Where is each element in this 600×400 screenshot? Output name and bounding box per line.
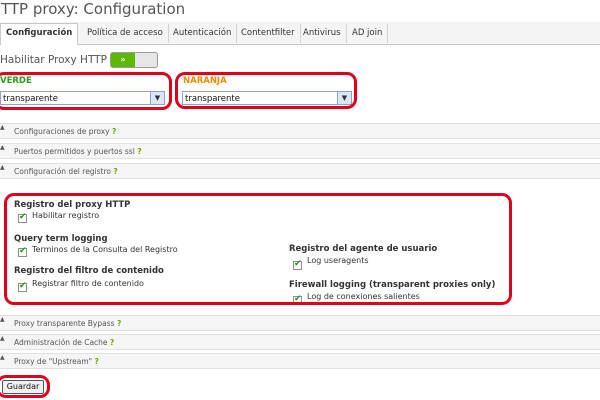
section-configuracion-del-registro[interactable]: ▲ Configuración del registro ? <box>0 163 600 179</box>
enable-proxy-label: Habilitar Proxy HTTP <box>0 54 107 66</box>
tab-bar: Configuración Política de acceso Autenti… <box>0 22 600 45</box>
section-configuraciones-de-proxy[interactable]: ▲ Configuraciones de proxy ? <box>0 123 600 139</box>
section-puertos-permitidos[interactable]: ▲ Puertos permitidos y puertos ssl ? <box>0 143 600 159</box>
orange-zone-highlight <box>175 72 357 109</box>
expand-icon: ▲ <box>0 316 5 323</box>
green-zone-highlight <box>0 72 172 110</box>
section-label: Configuraciones de proxy <box>14 127 110 136</box>
tab-politica-de-acceso[interactable]: Política de acceso <box>82 24 169 43</box>
help-icon[interactable]: ? <box>110 338 114 347</box>
help-icon[interactable]: ? <box>137 147 141 156</box>
section-administracion-de-cache[interactable]: ▲ Administración de Cache ? <box>0 334 600 350</box>
tab-antivirus[interactable]: Antivirus <box>298 24 347 43</box>
tab-autenticacion[interactable]: Autenticación <box>168 24 238 43</box>
section-label: Configuración del registro <box>14 167 112 176</box>
help-icon[interactable]: ? <box>95 357 99 366</box>
logging-options-highlight <box>4 193 512 305</box>
expand-icon: ▲ <box>0 354 5 361</box>
section-label: Puertos permitidos y puertos ssl <box>14 147 135 156</box>
help-icon[interactable]: ? <box>117 319 121 328</box>
save-button-highlight <box>0 375 50 398</box>
expand-icon: ▲ <box>0 144 5 151</box>
expand-icon: ▲ <box>0 124 5 131</box>
section-label: Proxy de "Upstream" <box>14 357 93 366</box>
section-proxy-transparente-bypass[interactable]: ▲ Proxy transparente Bypass ? <box>0 315 600 331</box>
tab-configuracion[interactable]: Configuración <box>0 23 79 45</box>
tab-contentfilter[interactable]: Contentfilter <box>236 24 301 43</box>
help-icon[interactable]: ? <box>113 167 117 176</box>
expand-icon: ▲ <box>0 335 5 342</box>
collapse-icon: ▲ <box>0 164 5 171</box>
section-label: Proxy transparente Bypass <box>14 319 115 328</box>
section-proxy-upstream[interactable]: ▲ Proxy de "Upstream" ? <box>0 353 600 369</box>
toggle-on-icon: » <box>111 53 135 67</box>
enable-proxy-toggle[interactable]: » <box>110 52 158 68</box>
help-icon[interactable]: ? <box>112 127 116 136</box>
page-title: TTP proxy: Configuration <box>1 0 186 18</box>
tab-ad-join[interactable]: AD join <box>347 24 389 43</box>
section-label: Administración de Cache <box>14 338 108 347</box>
